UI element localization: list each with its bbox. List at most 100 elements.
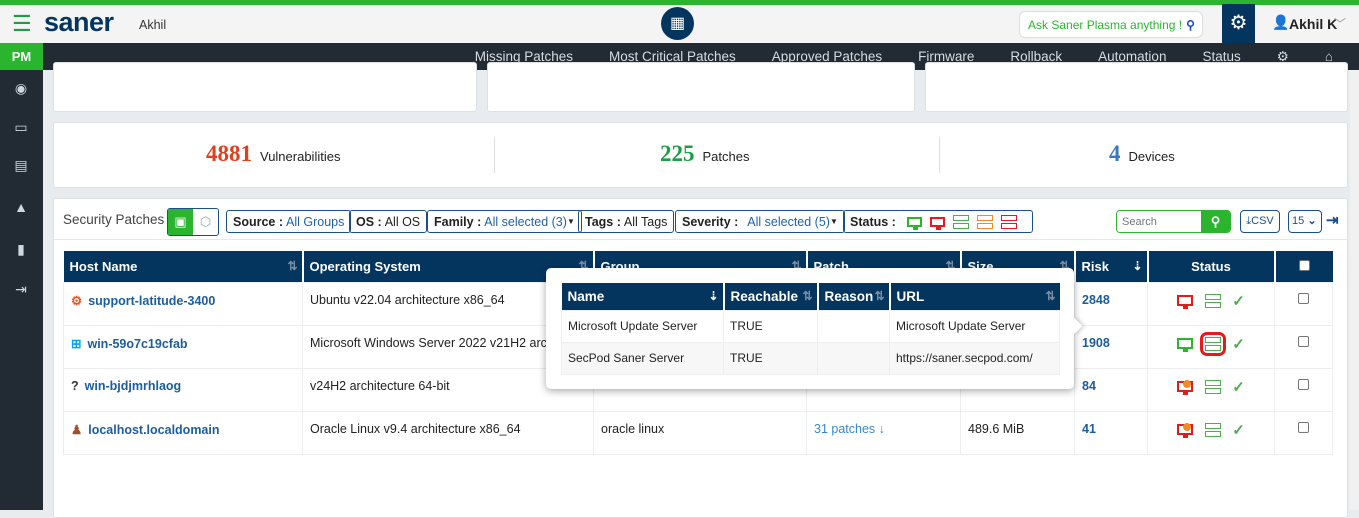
device-view-button[interactable]: ▣ xyxy=(168,209,193,235)
risk-score[interactable]: 84 xyxy=(1082,379,1096,393)
reachable-cell: TRUE xyxy=(723,309,818,343)
row-checkbox[interactable] xyxy=(1298,292,1309,304)
check-icon: ✓ xyxy=(1232,335,1245,353)
severity-filter[interactable]: Severity : All selected (5) ▼ xyxy=(675,210,845,233)
host-link[interactable]: localhost.localdomain xyxy=(88,423,219,437)
host-link[interactable]: win-59o7c19cfab xyxy=(87,337,187,351)
page-size-select[interactable]: 15 ⌄ xyxy=(1288,210,1322,233)
chevron-down-icon[interactable]: ﹀ xyxy=(1334,15,1346,32)
size-cell: 489.6 MiB xyxy=(960,410,1075,455)
host-cell: ⚙ support-latitude-3400 xyxy=(63,281,303,326)
apps-grid-icon[interactable]: ▦ xyxy=(661,7,694,40)
summary-card-2 xyxy=(487,62,915,112)
col-risk[interactable]: Risk ⇣ xyxy=(1074,251,1149,282)
expand-icon[interactable]: ⇥ xyxy=(1326,211,1339,229)
os-filter[interactable]: OS : All OS xyxy=(349,210,428,233)
sort-icon[interactable]: ⇅ xyxy=(874,289,884,303)
select-all-checkbox[interactable] xyxy=(1298,259,1310,271)
name-cell: Microsoft Update Server xyxy=(561,309,724,343)
eye-icon[interactable]: ◉ xyxy=(12,79,30,97)
col-url[interactable]: URL ⇅ xyxy=(889,283,1060,310)
status-cell: ✓ xyxy=(1147,410,1275,455)
status-offline-icon[interactable] xyxy=(929,216,945,230)
settings-gear-icon[interactable]: ⚙ xyxy=(1222,4,1255,43)
sort-icon[interactable]: ⇅ xyxy=(1045,289,1055,303)
book-icon[interactable]: ▮ xyxy=(12,240,30,258)
source-filter[interactable]: Source : All Groups xyxy=(226,210,352,233)
sort-icon[interactable]: ⇅ xyxy=(802,289,812,303)
server-red-icon[interactable] xyxy=(1000,214,1017,229)
stat-value: 225 xyxy=(660,141,695,166)
row-checkbox[interactable] xyxy=(1298,421,1309,433)
status-cell: ✓ xyxy=(1147,324,1275,369)
arrow-down-icon[interactable]: ↓ xyxy=(875,422,885,436)
stat-devices[interactable]: 4 Devices xyxy=(1109,141,1175,167)
col-select-all[interactable] xyxy=(1274,251,1333,282)
csv-export-button[interactable]: ⤓CSV xyxy=(1240,210,1280,233)
caret-down-icon: ▼ xyxy=(829,217,838,226)
ask-plasma-input[interactable]: Ask Saner Plasma anything ! ⚲ xyxy=(1019,11,1203,38)
logout-icon[interactable]: ⇥ xyxy=(12,280,30,298)
windows-icon: ⊞ xyxy=(71,336,82,351)
device-status-icon[interactable] xyxy=(1177,295,1194,309)
list-icon[interactable]: ▤ xyxy=(12,156,30,174)
select-cell xyxy=(1274,410,1333,455)
col-host-name[interactable]: Host Name ⇅ xyxy=(63,251,304,282)
monitor-icon[interactable]: ▭ xyxy=(12,118,30,136)
patches-link[interactable]: 31 patches xyxy=(814,422,875,436)
search-button[interactable]: ⚲ xyxy=(1201,211,1230,232)
status-online-icon[interactable] xyxy=(906,216,922,230)
row-checkbox[interactable] xyxy=(1298,378,1309,390)
risk-score[interactable]: 41 xyxy=(1082,422,1096,436)
header-label: Name xyxy=(567,288,605,304)
server-orange-icon[interactable] xyxy=(976,214,993,229)
device-status-icon[interactable] xyxy=(1177,338,1194,352)
module-badge[interactable]: PM xyxy=(0,43,43,70)
header-label: Status xyxy=(1191,258,1231,274)
unknown-os-icon: ? xyxy=(71,378,79,393)
check-icon: ✓ xyxy=(1232,292,1245,310)
sort-asc-icon[interactable]: ⇣ xyxy=(708,289,718,303)
search-icon: ⚲ xyxy=(1186,17,1195,32)
update-server-status-icon[interactable] xyxy=(1204,422,1221,437)
host-link[interactable]: win-bjdjmrhlaog xyxy=(85,379,182,393)
family-filter[interactable]: Family : All selected (3) ▼ xyxy=(427,210,582,233)
user-menu[interactable]: Akhil K xyxy=(1289,16,1337,32)
update-servers-popover: Name ⇣ Reachable ⇅ Reason ⇅ URL ⇅ Microsoft … xyxy=(546,268,1083,389)
filter-value: All OS xyxy=(384,214,421,229)
stat-label: Devices xyxy=(1128,149,1175,164)
server-green-icon[interactable] xyxy=(952,214,969,229)
col-name[interactable]: Name ⇣ xyxy=(561,283,725,310)
col-reachable[interactable]: Reachable ⇅ xyxy=(723,283,819,310)
sort-desc-icon[interactable]: ⇣ xyxy=(1132,259,1142,273)
divider xyxy=(54,239,1349,240)
risk-score[interactable]: 2848 xyxy=(1082,293,1110,307)
tags-filter[interactable]: Tags : All Tags xyxy=(578,210,675,233)
search-input[interactable] xyxy=(1117,211,1201,232)
server-row: Microsoft Update Server TRUE Microsoft Upd… xyxy=(561,309,1060,343)
device-status-icon[interactable] xyxy=(1177,423,1194,438)
update-server-status-icon[interactable] xyxy=(1204,293,1221,308)
select-cell xyxy=(1274,324,1333,369)
caret-down-icon: ▼ xyxy=(566,217,575,226)
update-server-status-icon[interactable] xyxy=(1199,331,1226,356)
package-view-button[interactable]: ⬡ xyxy=(193,209,218,235)
page-size-value: 15 xyxy=(1292,215,1305,227)
update-server-status-icon[interactable] xyxy=(1204,379,1221,394)
filter-label: OS : xyxy=(356,214,382,229)
stat-patches[interactable]: 225 Patches xyxy=(660,141,749,167)
url-cell: Microsoft Update Server xyxy=(889,309,1060,343)
warning-icon[interactable]: ▲ xyxy=(12,198,30,216)
scrollbar[interactable] xyxy=(1350,70,1359,510)
device-status-icon[interactable] xyxy=(1177,380,1194,395)
col-reason[interactable]: Reason ⇅ xyxy=(817,283,891,310)
select-cell xyxy=(1274,367,1333,412)
host-cell: ♟ localhost.localdomain xyxy=(63,410,303,455)
row-checkbox[interactable] xyxy=(1298,335,1309,347)
stat-vulnerabilities[interactable]: 4881 Vulnerabilities xyxy=(206,141,340,167)
risk-score[interactable]: 1908 xyxy=(1082,336,1110,350)
select-cell xyxy=(1274,281,1333,326)
host-link[interactable]: support-latitude-3400 xyxy=(88,294,215,308)
hamburger-menu-icon[interactable]: ☰ xyxy=(12,13,32,35)
sort-icon[interactable]: ⇅ xyxy=(287,259,297,273)
